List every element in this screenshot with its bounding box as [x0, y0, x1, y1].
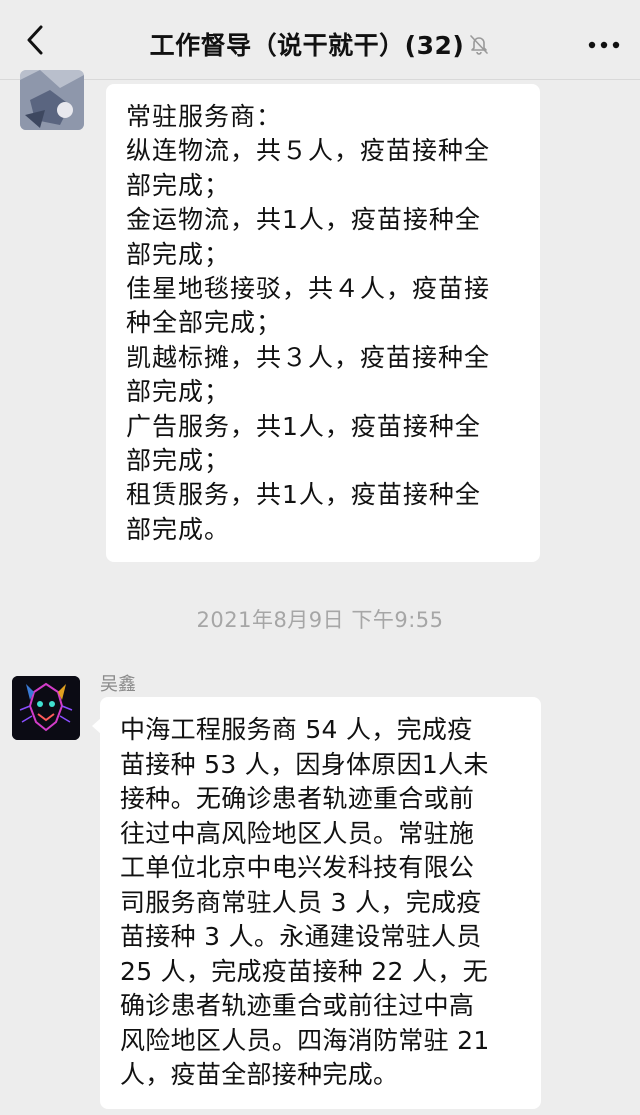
chevron-left-icon: [23, 23, 49, 61]
sender-name: 吴鑫: [100, 674, 136, 695]
bell-off-icon: [468, 33, 490, 55]
message-line: 苗接种 53 人，因身体原因1人未: [120, 749, 489, 779]
message-line: 苗接种 3 人。永通建设常驻人员: [120, 922, 482, 951]
message-line: 租赁服务，共1人，疫苗接种全: [126, 480, 481, 510]
message-line: 接种。无确诊患者轨迹重合或前: [120, 784, 475, 813]
message-timestamp: 2021年8月9日 下午9:55: [196, 608, 444, 632]
message-line: 工单位北京中电兴发科技有限公: [120, 853, 475, 882]
message-line: 风险地区人员。四海消防常驻 21: [120, 1025, 490, 1055]
back-button[interactable]: [14, 20, 58, 64]
message-bubble[interactable]: 中海工程服务商 54 人，完成疫 苗接种 53 人，因身体原因1人未 接种。无确…: [100, 697, 541, 1109]
message-line: 广告服务，共1人，疫苗接种全: [126, 411, 481, 441]
more-button[interactable]: [582, 26, 626, 62]
message-line: 部完成；: [126, 170, 231, 200]
message-line: 部完成；: [126, 445, 231, 475]
message-line: 佳星地毯接驳，共４人，疫苗接: [126, 273, 491, 303]
message-line: 部完成。: [126, 514, 231, 544]
message-line: 凯越标摊，共３人，疫苗接种全: [126, 342, 491, 372]
avatar[interactable]: [20, 70, 84, 130]
more-dots-icon: [587, 35, 621, 54]
message-line: 常驻服务商：: [126, 102, 283, 131]
message-bubble[interactable]: 常驻服务商： 纵连物流，共５人，疫苗接种全 部完成； 金运物流，共1人，疫苗接种…: [106, 84, 540, 562]
message-line: 部完成；: [126, 239, 231, 269]
message-line: 中海工程服务商 54 人，完成疫: [120, 715, 473, 744]
message-line: 25 人，完成疫苗接种 22 人，无: [120, 956, 488, 986]
message-line: 司服务商常驻人员 3 人，完成疫: [120, 887, 482, 917]
avatar[interactable]: [12, 676, 80, 740]
message-line: 金运物流，共1人，疫苗接种全: [126, 205, 481, 235]
chat-title: 工作督导（说干就干）(32): [149, 31, 465, 60]
message-line: 部完成；: [126, 377, 231, 407]
chat-title-area: 工作督导（说干就干）(32): [90, 24, 550, 64]
message-line: 人，疫苗全部接种完成。: [120, 1060, 399, 1089]
message-line: 种全部完成；: [126, 308, 283, 338]
message-line: 确诊患者轨迹重合或前往过中高: [120, 991, 475, 1020]
message-line: 往过中高风险地区人员。常驻施: [120, 818, 475, 848]
message-line: 纵连物流，共５人，疫苗接种全: [126, 136, 491, 166]
chat-header: 工作督导（说干就干）(32): [0, 0, 640, 80]
